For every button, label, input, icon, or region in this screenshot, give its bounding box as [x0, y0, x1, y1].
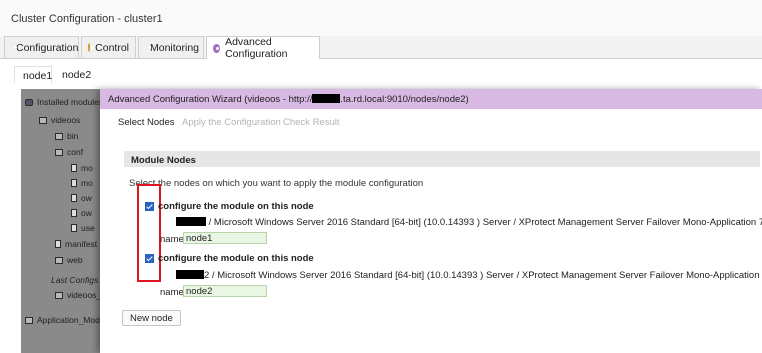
redacted-hostname	[176, 270, 204, 279]
tree-section-label: Last Configs	[51, 275, 99, 285]
content-area: node1 node2 Installed modules videoos bi…	[0, 59, 762, 353]
tree-item[interactable]: ow	[71, 208, 92, 218]
module-tree: Installed modules videoos bin conf mo mo…	[21, 89, 101, 353]
node1-name-label: name	[160, 234, 184, 245]
tree-item[interactable]: mo	[71, 163, 93, 173]
folder-icon	[55, 256, 63, 264]
tree-item[interactable]: videoos	[39, 115, 80, 125]
window-titlebar: Cluster Configuration - cluster1	[0, 0, 762, 36]
node1-checkbox[interactable]	[145, 202, 154, 211]
folder-icon	[25, 316, 33, 324]
database-icon	[25, 98, 33, 106]
file-icon	[71, 224, 77, 232]
tree-item[interactable]: videoos_	[55, 290, 101, 300]
tree-item[interactable]: ow	[71, 193, 92, 203]
tab-configuration[interactable]: Configuration	[4, 36, 79, 58]
wizard-title-prefix: Advanced Configuration Wizard (videoos -…	[108, 94, 313, 105]
main-tabs: Configuration Control Monitoring Advance…	[0, 36, 762, 60]
file-icon	[71, 164, 77, 172]
control-icon	[88, 43, 95, 52]
tab-control[interactable]: Control	[81, 36, 136, 58]
tab-label: Control	[95, 41, 129, 54]
tree-item[interactable]: use	[71, 223, 95, 233]
tab-advanced-configuration[interactable]: Advanced Configuration	[206, 36, 320, 60]
step-check-result[interactable]: Check Result	[283, 117, 340, 128]
new-node-button[interactable]: New node	[122, 310, 181, 326]
tree-item[interactable]: manifest	[55, 239, 97, 249]
folder-icon	[55, 132, 63, 140]
node2-name-input[interactable]	[183, 285, 267, 297]
redacted-hostname	[176, 217, 206, 226]
window-title: Cluster Configuration - cluster1	[11, 13, 163, 25]
configure-node2-label: configure the module on this node	[158, 253, 314, 264]
redacted-hostname	[312, 94, 341, 103]
instruction-text: Select the nodes on which you want to ap…	[129, 178, 424, 189]
node-tab-node1[interactable]: node1	[14, 66, 52, 84]
file-icon	[55, 240, 61, 248]
tree-item[interactable]: conf	[55, 147, 83, 157]
tab-label: Advanced Configuration	[225, 36, 288, 60]
node1-info: / Microsoft Windows Server 2016 Standard…	[176, 217, 762, 228]
tab-label: Configuration	[16, 41, 79, 54]
module-nodes-header: Module Nodes	[124, 151, 760, 167]
tree-item[interactable]: bin	[55, 131, 78, 141]
advanced-configuration-wizard: Advanced Configuration Wizard (videoos -…	[100, 89, 762, 353]
tree-item[interactable]: Application_Module	[25, 315, 101, 325]
tree-item[interactable]: web	[55, 255, 83, 265]
file-icon	[71, 179, 77, 187]
node1-name-input[interactable]	[183, 232, 267, 244]
advanced-config-icon	[213, 43, 221, 53]
tree-item[interactable]: mo	[71, 178, 93, 188]
configure-node1-label: configure the module on this node	[158, 201, 314, 212]
tab-monitoring[interactable]: Monitoring	[138, 36, 204, 58]
node2-checkbox[interactable]	[145, 254, 154, 263]
tab-label: Monitoring	[150, 41, 200, 54]
gear-icon	[71, 194, 77, 202]
wizard-title-suffix: .ta.rd.local:9010/nodes/node2)	[340, 94, 469, 105]
step-select-nodes[interactable]: Select Nodes	[118, 117, 175, 128]
tree-item[interactable]: Installed modules	[25, 97, 101, 107]
highlight-box	[137, 184, 161, 282]
wizard-title: Advanced Configuration Wizard (videoos -…	[100, 89, 762, 109]
folder-icon	[55, 148, 63, 156]
module-icon	[39, 116, 47, 124]
node-tab-node2[interactable]: node2	[54, 66, 94, 84]
module-icon	[55, 291, 63, 299]
node2-name-label: name	[160, 287, 184, 298]
step-apply-configuration[interactable]: Apply the Configuration	[182, 117, 281, 128]
node2-info: 2 / Microsoft Windows Server 2016 Standa…	[176, 270, 762, 281]
file-icon	[71, 209, 77, 217]
